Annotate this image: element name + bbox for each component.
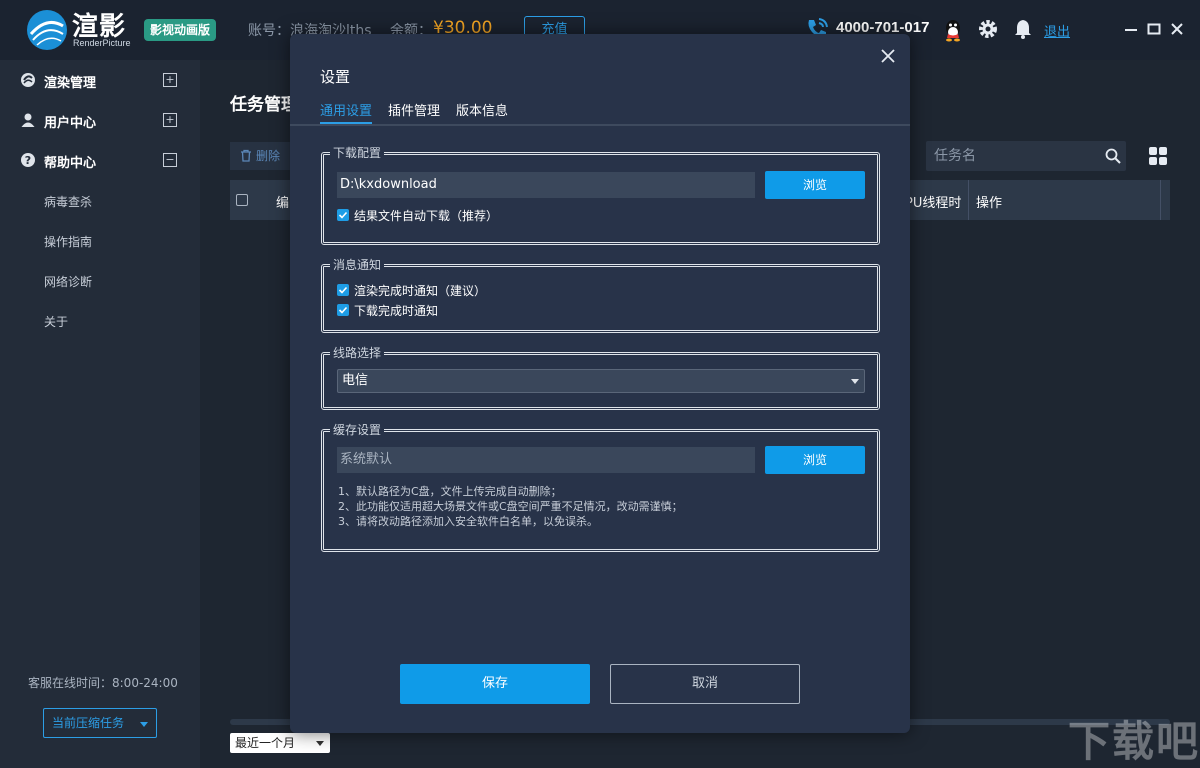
user-icon [21, 113, 35, 127]
current-task-label: 当前压缩任务 [52, 716, 125, 730]
download-config-group: 下载配置 D:\kxdownload 浏览 结果文件自动下载（推荐） [321, 144, 880, 245]
sidebar-item-help-center[interactable]: ? 帮助中心 − [0, 140, 200, 180]
route-select[interactable]: 电信 [337, 369, 865, 393]
service-hours: 客服在线时间：8:00-24:00 [28, 676, 178, 690]
delete-button[interactable]: 删除 [230, 142, 290, 170]
column-header[interactable]: 操作 [976, 192, 1002, 211]
cache-note: 3、请将改动路径添加入安全软件白名单，以免误杀。 [338, 515, 598, 528]
search-input[interactable] [934, 141, 1094, 171]
select-all-checkbox[interactable] [236, 194, 248, 206]
tab-version[interactable]: 版本信息 [456, 100, 508, 124]
period-select-value: 最近一个月 [235, 736, 296, 750]
cache-note: 2、此功能仅适用超大场景文件或C盘空间严重不足情况，改动需谨慎； [338, 500, 683, 513]
group-legend: 消息通知 [330, 256, 385, 273]
task-search[interactable] [926, 141, 1126, 171]
window-close-icon[interactable] [1170, 22, 1184, 36]
checkbox-label: 结果文件自动下载（推荐） [354, 209, 499, 223]
save-button[interactable]: 保存 [400, 664, 590, 704]
sidebar-subitem-about[interactable]: 关于 [44, 313, 68, 330]
sidebar-item-user-center[interactable]: 用户中心 + [0, 100, 200, 140]
dialog-title: 设置 [320, 68, 351, 86]
cancel-button[interactable]: 取消 [610, 664, 800, 704]
column-divider [1160, 180, 1161, 220]
group-legend: 缓存设置 [330, 421, 385, 438]
sidebar-item-render-management[interactable]: 渲染管理 + [0, 60, 200, 100]
expand-icon[interactable]: + [163, 73, 177, 87]
route-select-value: 电信 [342, 373, 369, 388]
route-group: 线路选择 电信 [321, 344, 880, 410]
notification-group: 消息通知 渲染完成时通知（建议） 下载完成时通知 [321, 256, 880, 333]
expand-icon[interactable]: + [163, 113, 177, 127]
column-divider [968, 180, 969, 220]
render-icon [21, 73, 35, 87]
checkbox-checked-icon [337, 284, 349, 296]
settings-dialog: 设置 通用设置 插件管理 版本信息 下载配置 D:\kxdownload 浏览 … [290, 34, 910, 733]
cache-notes: 1、默认路径为C盘，文件上传完成自动删除； 2、此功能仅适用超大场景文件或C盘空… [338, 484, 683, 529]
column-header[interactable]: 编 [276, 192, 289, 211]
checkbox-checked-icon [337, 304, 349, 316]
logo-icon [27, 10, 67, 50]
download-path-field[interactable]: D:\kxdownload [337, 172, 755, 198]
group-legend: 下载配置 [330, 144, 385, 161]
period-select[interactable]: 最近一个月 [230, 733, 330, 753]
tab-plugins[interactable]: 插件管理 [388, 100, 440, 124]
sidebar-item-label: 渲染管理 [44, 76, 97, 91]
settings-tabs: 通用设置 插件管理 版本信息 [290, 100, 910, 126]
delete-label: 删除 [256, 149, 281, 163]
sidebar-subitem-network-diagnosis[interactable]: 网络诊断 [44, 273, 92, 290]
trash-icon [241, 149, 251, 162]
cache-path-field[interactable]: 系统默认 [337, 447, 755, 473]
browse-cache-button[interactable]: 浏览 [765, 446, 865, 474]
checkbox-checked-icon [337, 209, 349, 221]
brand-subtitle: RenderPicture [73, 38, 131, 48]
collapse-icon[interactable]: − [163, 153, 177, 167]
sidebar-subitem-virus-scan[interactable]: 病毒查杀 [44, 193, 92, 210]
gear-icon[interactable] [977, 18, 999, 40]
chevron-down-icon [316, 741, 324, 746]
search-icon[interactable] [1105, 148, 1121, 164]
watermark: 下载吧 [1068, 717, 1200, 766]
sidebar-subitem-guide[interactable]: 操作指南 [44, 233, 92, 250]
tab-general[interactable]: 通用设置 [320, 100, 373, 124]
chevron-down-icon [140, 722, 148, 727]
sidebar: 渲染管理 + 用户中心 + ? 帮助中心 − 病毒查杀 操作指南 网络诊断 关于 [0, 60, 200, 768]
sidebar-item-label: 帮助中心 [44, 156, 97, 171]
page-title: 任务管理 [230, 95, 298, 115]
maximize-icon[interactable] [1147, 22, 1161, 36]
help-icon: ? [21, 153, 35, 167]
svg-text:?: ? [25, 154, 31, 167]
minimize-icon[interactable] [1124, 22, 1138, 36]
grid-view-icon[interactable] [1148, 146, 1168, 166]
cache-group: 缓存设置 系统默认 浏览 1、默认路径为C盘，文件上传完成自动删除； 2、此功能… [321, 421, 880, 552]
column-header[interactable]: PU线程时 [905, 192, 961, 211]
qq-icon[interactable] [942, 18, 964, 42]
logout-link[interactable]: 退出 [1044, 21, 1070, 40]
close-icon[interactable] [880, 48, 896, 64]
bell-icon[interactable] [1012, 18, 1034, 40]
group-legend: 线路选择 [330, 344, 385, 361]
edition-badge: 影视动画版 [144, 19, 217, 41]
cache-note: 1、默认路径为C盘，文件上传完成自动删除； [338, 485, 562, 498]
current-task-dropdown[interactable]: 当前压缩任务 [43, 708, 157, 738]
chevron-down-icon [851, 379, 859, 384]
checkbox-label: 渲染完成时通知（建议） [354, 284, 487, 298]
sidebar-item-label: 用户中心 [44, 116, 97, 131]
checkbox-label: 下载完成时通知 [354, 304, 439, 318]
browse-download-button[interactable]: 浏览 [765, 171, 865, 199]
